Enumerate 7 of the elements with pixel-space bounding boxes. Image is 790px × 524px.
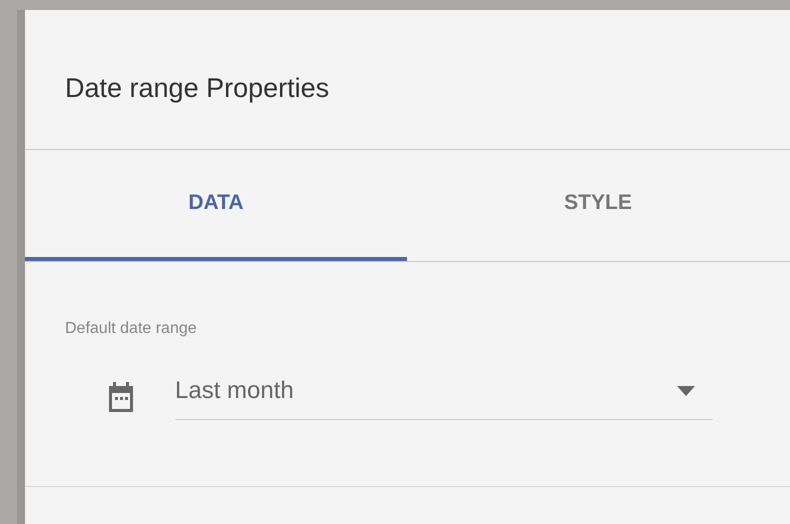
caret-icon <box>677 386 695 396</box>
panel-title: Date range Properties <box>25 10 790 150</box>
calendar-icon <box>107 382 135 412</box>
tab[interactable]: DATA <box>25 150 407 261</box>
field-label: Default date range <box>65 319 198 339</box>
tab[interactable]: STYLE <box>407 150 789 261</box>
date-range-dropdown[interactable]: Last month <box>175 373 713 420</box>
